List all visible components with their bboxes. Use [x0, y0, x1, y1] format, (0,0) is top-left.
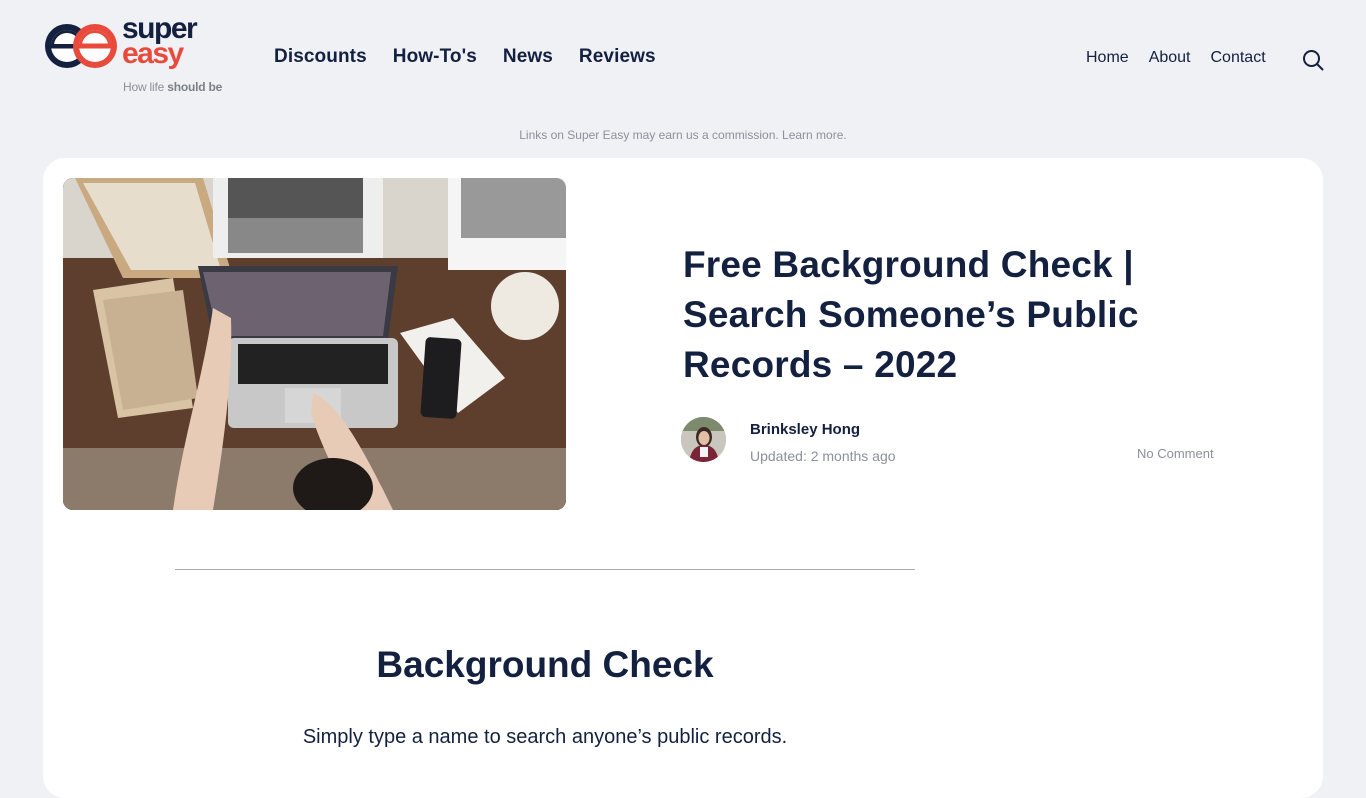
nav-about[interactable]: About — [1149, 49, 1191, 67]
nav-how-tos[interactable]: How-To's — [393, 46, 477, 68]
nav-discounts[interactable]: Discounts — [274, 46, 367, 68]
hero-image — [63, 178, 566, 510]
site-logo[interactable]: super easy How life should be — [42, 14, 232, 98]
site-header: super easy How life should be Discounts … — [0, 0, 1366, 120]
learn-more-link[interactable]: Learn more. — [782, 128, 847, 142]
section-heading: Background Check — [376, 644, 714, 685]
main-nav: Discounts How-To's News Reviews — [274, 46, 656, 68]
logo-mark-icon — [45, 24, 117, 68]
tagline-regular: How life — [123, 80, 168, 94]
author-name[interactable]: Brinksley Hong — [750, 421, 860, 438]
secondary-nav: Home About Contact — [1086, 49, 1266, 67]
comments-link[interactable]: No Comment — [1137, 446, 1214, 461]
hero-photo-illustration — [63, 178, 566, 510]
nav-contact[interactable]: Contact — [1211, 49, 1266, 67]
section-divider — [175, 569, 915, 570]
logo-tagline: How life should be — [123, 80, 222, 94]
affiliate-disclaimer: Links on Super Easy may earn us a commis… — [0, 128, 1366, 142]
nav-home[interactable]: Home — [1086, 49, 1129, 67]
updated-date: Updated: 2 months ago — [750, 448, 896, 464]
nav-news[interactable]: News — [503, 46, 553, 68]
tagline-bold: should be — [167, 80, 223, 94]
nav-reviews[interactable]: Reviews — [579, 46, 656, 68]
avatar-photo — [681, 417, 726, 462]
author-avatar[interactable] — [681, 417, 726, 462]
post-title: Free Background Check | Search Someone’s… — [683, 244, 1139, 385]
article-card: Free Background Check | Search Someone’s… — [43, 158, 1323, 798]
section-subheading: Simply type a name to search anyone’s pu… — [302, 726, 788, 748]
logo-text-easy: easy — [122, 37, 184, 70]
search-icon — [1303, 50, 1324, 71]
disclaimer-text: Links on Super Easy may earn us a commis… — [519, 128, 783, 142]
search-button[interactable] — [1301, 48, 1325, 72]
